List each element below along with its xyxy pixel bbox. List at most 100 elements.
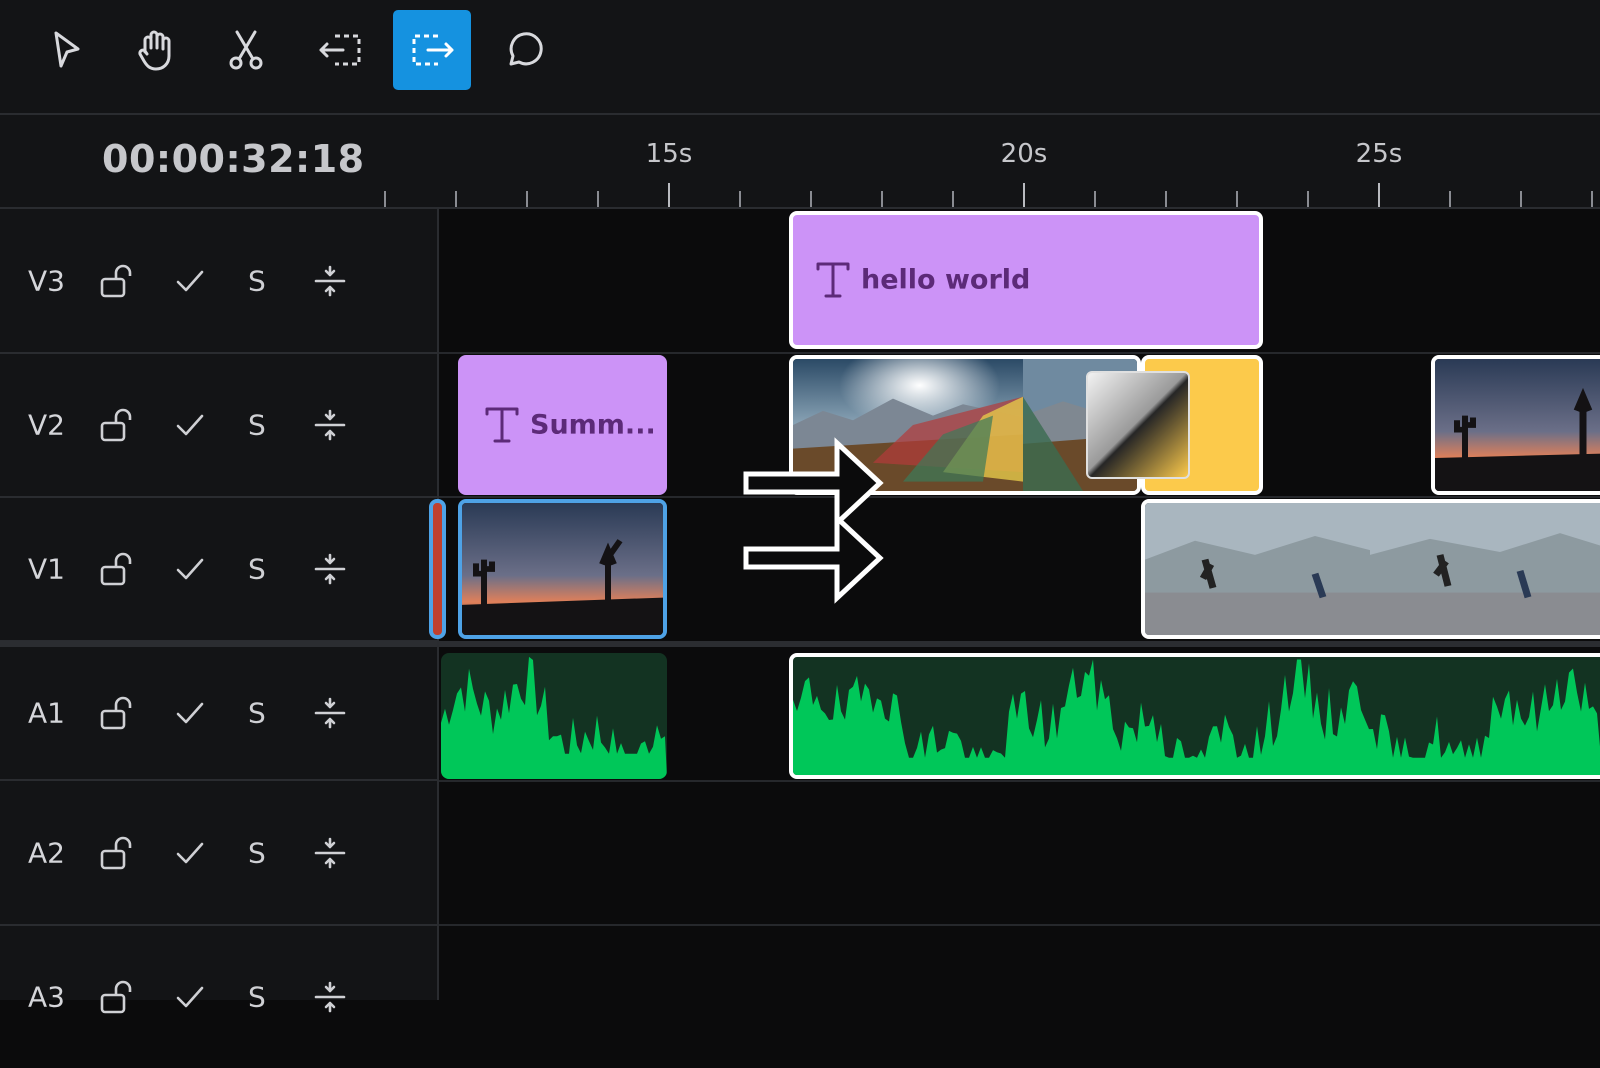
track-name: V1 <box>28 552 65 585</box>
ruler-tick <box>455 191 457 207</box>
speech-bubble-icon <box>509 32 543 66</box>
split-icon[interactable] <box>310 833 350 873</box>
video-audio-divider <box>439 641 1600 647</box>
timecode-display: 00:00:32:18 <box>102 137 365 181</box>
solo-button[interactable]: S <box>248 981 266 1014</box>
lock-open-icon[interactable] <box>98 405 138 445</box>
solo-button[interactable]: S <box>248 264 266 297</box>
waveform-shape <box>793 659 1600 775</box>
ruler-tick <box>952 191 954 207</box>
track-name: A2 <box>28 836 65 869</box>
ruler-tick <box>1236 191 1238 207</box>
ruler-tick <box>1449 191 1451 207</box>
transition-dissolve[interactable] <box>1086 371 1190 479</box>
lock-open-icon[interactable] <box>98 693 138 733</box>
check-icon[interactable] <box>170 261 210 301</box>
ruler-tick <box>881 191 883 207</box>
skate-thumbnail <box>1370 503 1600 635</box>
track-header-v2: V2 S <box>0 353 437 498</box>
check-icon[interactable] <box>170 693 210 733</box>
timeline-ruler[interactable]: 00:00:32:18 15s 20s 25s <box>0 115 1600 209</box>
text-icon <box>485 407 519 443</box>
track-headers: V3 S V2 S V1 S A1 S A2 S A3 S <box>0 209 439 1014</box>
lock-open-icon[interactable] <box>98 261 138 301</box>
text-clip-hello-world[interactable]: hello world <box>789 211 1263 349</box>
desert-thumbnail <box>462 503 663 635</box>
ruler-tick <box>526 191 528 207</box>
lock-open-icon[interactable] <box>98 549 138 589</box>
lock-open-icon[interactable] <box>98 833 138 873</box>
razor-tool[interactable] <box>207 10 285 90</box>
text-clip-summary[interactable]: Summ... <box>458 355 667 495</box>
track-header-v3: V3 S <box>0 209 437 354</box>
toolbar <box>0 0 1600 115</box>
hand-tool[interactable] <box>116 10 194 90</box>
comment-tool[interactable] <box>486 10 564 90</box>
clip-label: hello world <box>861 264 1031 296</box>
check-icon[interactable] <box>170 833 210 873</box>
solo-button[interactable]: S <box>248 836 266 869</box>
text-icon <box>816 262 850 298</box>
hand-icon <box>138 30 171 71</box>
select-tool[interactable] <box>24 10 102 90</box>
split-icon[interactable] <box>310 977 350 1017</box>
audio-waveform <box>793 659 1600 775</box>
track-name: V2 <box>28 408 65 441</box>
track-header-v1: V1 S <box>0 497 437 642</box>
ruler-tick <box>1165 191 1167 207</box>
ruler-tick <box>1378 183 1380 207</box>
solo-button[interactable]: S <box>248 697 266 730</box>
audio-clip-2[interactable] <box>789 653 1600 779</box>
ruler-tick <box>384 191 386 207</box>
skate-thumbnail <box>1145 503 1370 635</box>
lane-separator <box>439 780 1600 782</box>
lane-separator <box>439 496 1600 498</box>
split-icon[interactable] <box>310 549 350 589</box>
trim-left-tool[interactable] <box>302 10 380 90</box>
track-header-a2: A2 S <box>0 781 437 926</box>
lane-separator <box>439 924 1600 926</box>
video-clip-desert-selected[interactable] <box>458 499 667 639</box>
lane-separator <box>439 352 1600 354</box>
check-icon[interactable] <box>170 405 210 445</box>
lock-open-icon[interactable] <box>98 977 138 1017</box>
ruler-tick <box>1520 191 1522 207</box>
ruler-label-25s: 25s <box>1355 139 1403 169</box>
ruler-tick <box>668 183 670 207</box>
split-icon[interactable] <box>310 405 350 445</box>
clip-label: Summ... <box>530 409 656 441</box>
ruler-tick <box>1094 191 1096 207</box>
trim-right-icon <box>412 34 454 66</box>
audio-clip-1[interactable] <box>441 653 667 779</box>
track-name: A1 <box>28 696 65 730</box>
solo-button[interactable]: S <box>248 408 266 441</box>
pointer-arrow-icon <box>54 31 80 68</box>
video-clip-desert-sunset[interactable] <box>1431 355 1600 495</box>
track-header-a1: A1 S <box>0 647 437 781</box>
desert-thumbnail <box>1435 359 1600 491</box>
video-clip-sliver[interactable] <box>429 499 446 639</box>
right-arrow-icon <box>743 512 884 604</box>
trim-left-icon <box>319 34 361 66</box>
audio-waveform <box>441 656 667 779</box>
track-header-a3: A3 S <box>0 925 437 1068</box>
track-name: V3 <box>28 264 65 297</box>
ruler-tick <box>1307 191 1309 207</box>
ruler-label-20s: 20s <box>1000 139 1048 169</box>
split-icon[interactable] <box>310 693 350 733</box>
ruler-tick <box>1023 183 1025 207</box>
timeline-lanes[interactable]: hello world Summ... <box>429 209 1600 1000</box>
ruler-tick <box>597 191 599 207</box>
trim-right-tool[interactable] <box>393 10 471 90</box>
ruler-tick <box>1591 191 1593 207</box>
check-icon[interactable] <box>170 977 210 1017</box>
scissors-icon <box>229 30 263 70</box>
video-clip-skateboard[interactable] <box>1141 499 1600 639</box>
waveform-shape <box>441 656 667 779</box>
ruler-label-15s: 15s <box>645 139 693 169</box>
split-icon[interactable] <box>310 261 350 301</box>
check-icon[interactable] <box>170 549 210 589</box>
track-name: A3 <box>28 980 65 1014</box>
ruler-tick <box>810 191 812 207</box>
solo-button[interactable]: S <box>248 552 266 585</box>
